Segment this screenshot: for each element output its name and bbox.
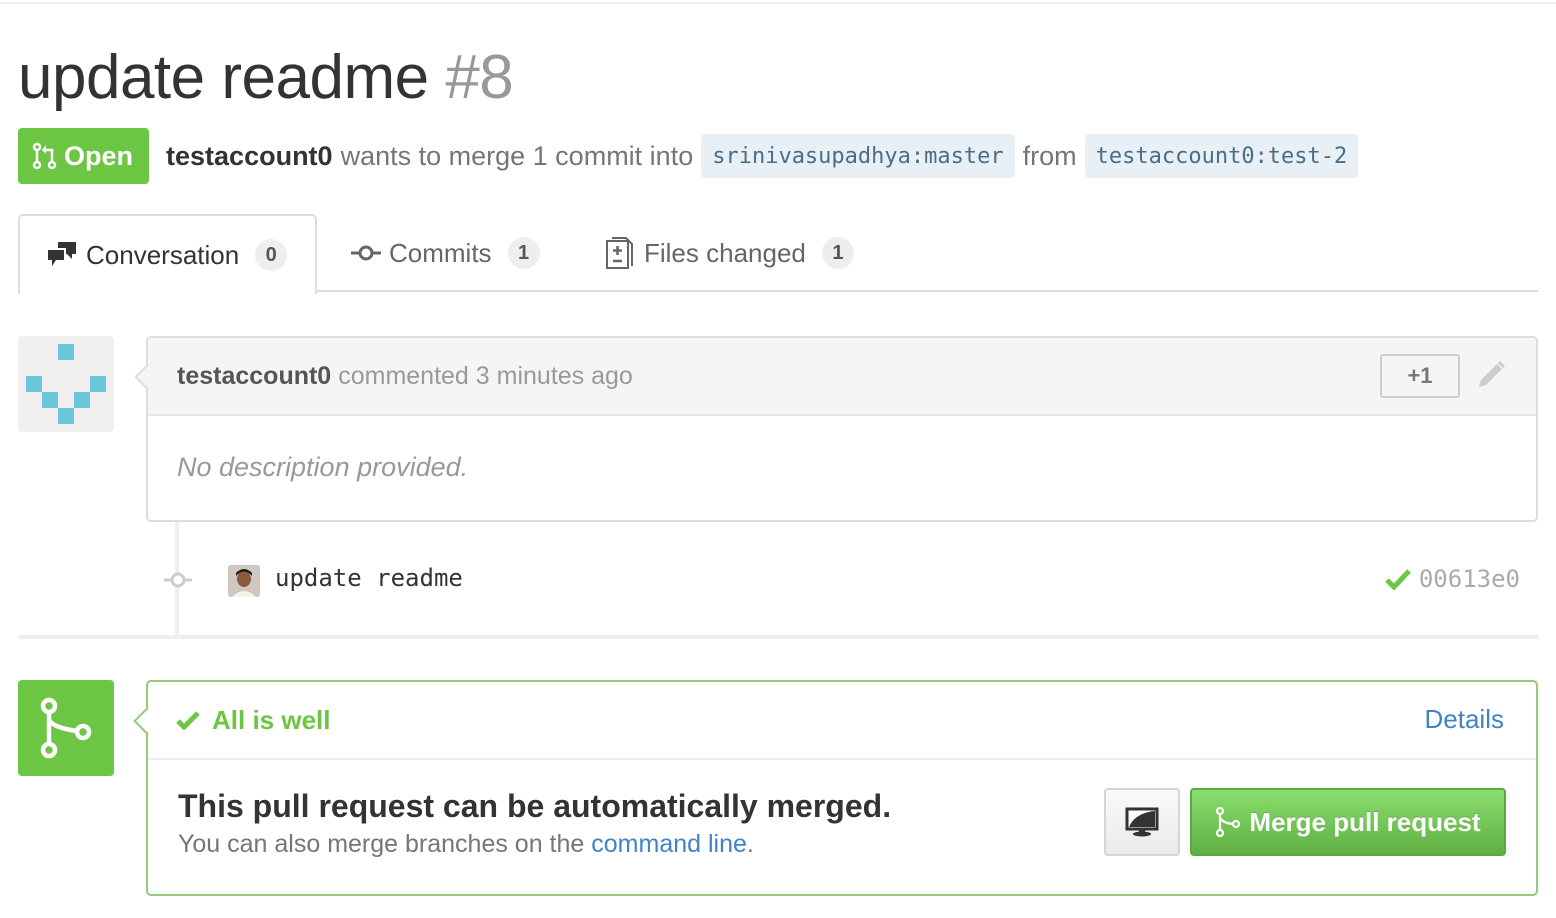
file-diff-icon — [606, 237, 633, 269]
status-ok: All is well — [176, 705, 331, 736]
tab-label: Commits — [389, 237, 492, 268]
git-merge-icon — [40, 697, 92, 759]
status-label: All is well — [212, 704, 331, 735]
author-photo — [228, 565, 260, 597]
commit-row: update readme 00613e0 — [160, 560, 1538, 600]
tab-files-changed[interactable]: Files changed 1 — [606, 214, 854, 292]
merge-panel: All is well Details This pull request ca… — [133, 680, 1538, 896]
comment-body: No description provided. — [177, 452, 469, 482]
tab-conversation[interactable]: Conversation 0 — [18, 214, 318, 294]
comment-author[interactable]: testaccount0 — [177, 362, 331, 391]
merge-summary: testaccount0 wants to merge 1 commit int… — [166, 134, 1366, 178]
tab-counter: 0 — [255, 239, 288, 271]
commit-author-avatar[interactable] — [228, 565, 260, 597]
pr-number: #8 — [445, 43, 514, 112]
merge-hint: You can also merge branches on the comma… — [178, 830, 754, 859]
merge-body: This pull request can be automatically m… — [148, 760, 1536, 894]
top-border — [0, 0, 1556, 4]
check-icon — [176, 711, 200, 730]
check-icon — [1385, 569, 1411, 590]
pr-title: update readme #8 — [18, 42, 514, 114]
desktop-icon — [1125, 807, 1159, 837]
tab-counter: 1 — [821, 237, 854, 269]
merge-hint-end: . — [746, 830, 754, 858]
merge-status-header: All is well Details — [148, 682, 1536, 760]
git-commit-icon — [164, 572, 192, 588]
commit-sha[interactable]: 00613e0 — [1419, 565, 1520, 593]
head-branch[interactable]: testaccount0:test-2 — [1084, 134, 1359, 178]
command-line-button[interactable] — [1104, 788, 1180, 856]
identicon — [26, 344, 106, 424]
details-link[interactable]: Details — [1425, 704, 1504, 735]
pr-meta: Open testaccount0 wants to merge 1 commi… — [18, 128, 1366, 184]
pull-request-icon — [32, 142, 57, 170]
pr-title-text: update readme — [18, 43, 429, 112]
state-badge: Open — [18, 128, 150, 184]
commit-status: 00613e0 — [1385, 565, 1520, 593]
tab-commits[interactable]: Commits 1 — [351, 214, 540, 292]
timeline-divider — [18, 635, 1538, 639]
pr-tabs: Conversation 0 Commits 1 Files changed 1 — [18, 214, 1538, 294]
base-branch[interactable]: srinivasupadhya:master — [701, 134, 1015, 178]
git-commit-icon — [351, 245, 381, 261]
commit-message[interactable]: update readme — [275, 564, 463, 592]
comment-timestamp: commented 3 minutes ago — [338, 361, 633, 390]
command-line-link[interactable]: command line — [591, 830, 747, 858]
plus-one-button[interactable]: +1 — [1380, 354, 1460, 398]
git-merge-icon — [1216, 807, 1241, 837]
tab-counter: 1 — [507, 237, 540, 269]
merge-hint-text: You can also merge branches on the — [178, 830, 585, 858]
merge-message: This pull request can be automatically m… — [178, 788, 892, 824]
comment-discussion-icon — [48, 242, 76, 266]
from-label: from — [1022, 140, 1077, 171]
merge-pull-request-button[interactable]: Merge pull request — [1190, 788, 1506, 856]
tab-label: Files changed — [644, 237, 806, 268]
merge-text: wants to merge 1 commit into — [340, 140, 694, 171]
commenter-avatar[interactable] — [18, 336, 114, 432]
comment-box: testaccount0 commented 3 minutes ago +1 … — [134, 336, 1538, 522]
tab-label: Conversation — [86, 239, 240, 270]
pencil-icon[interactable] — [1476, 360, 1506, 390]
merge-icon-box — [18, 680, 114, 776]
state-label: Open — [64, 140, 134, 171]
comment-header: testaccount0 commented 3 minutes ago +1 — [148, 338, 1536, 416]
merge-button-label: Merge pull request — [1249, 806, 1481, 837]
pr-author[interactable]: testaccount0 — [166, 141, 333, 172]
